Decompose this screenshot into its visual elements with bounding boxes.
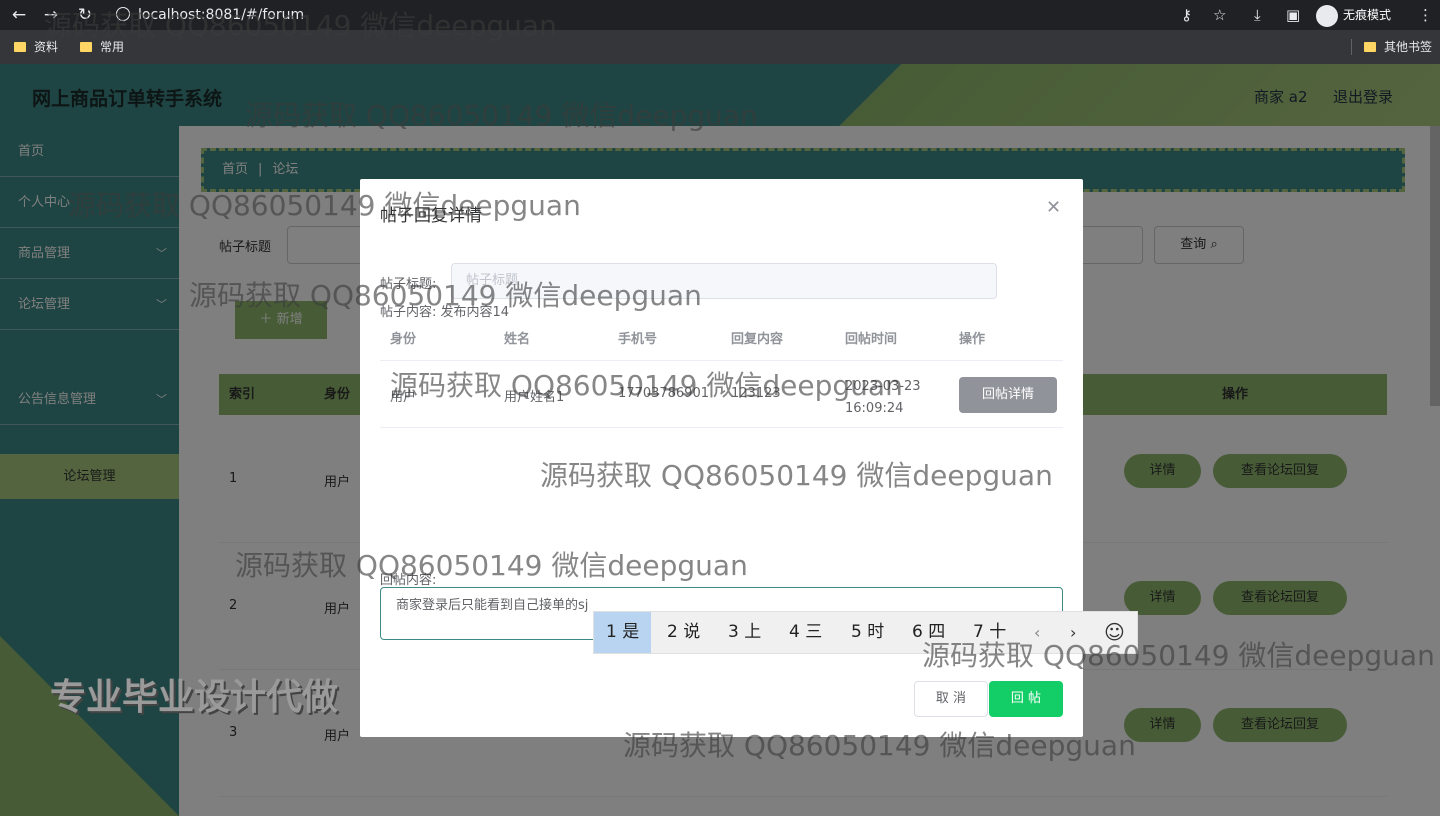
ime-candidate[interactable]: 5 时 xyxy=(839,612,896,653)
column-action: 操作 xyxy=(959,332,986,347)
back-icon[interactable]: ← xyxy=(8,4,30,26)
watermark-ad: 专业毕业设计代做 xyxy=(50,677,339,718)
watermark: 源码获取 QQ86050149 微信deepguan xyxy=(922,639,1435,672)
watermark: 源码获取 QQ86050149 微信deepguan xyxy=(245,99,758,132)
ime-candidate[interactable]: 1 是 xyxy=(594,612,652,653)
incognito-badge[interactable]: 无痕模式 xyxy=(1312,3,1399,27)
reply-detail-button[interactable]: 回帖详情 xyxy=(959,377,1057,413)
ime-candidate[interactable]: 3 上 xyxy=(716,612,773,653)
incognito-label: 无痕模式 xyxy=(1343,8,1392,22)
download-icon[interactable]: ⤓ xyxy=(1254,4,1261,26)
ime-candidate[interactable]: 4 三 xyxy=(777,612,834,653)
watermark: 源码获取 QQ86050149 微信deepguan xyxy=(540,459,1053,492)
watermark: 源码获取 QQ86050149 微信deepguan xyxy=(390,369,903,402)
watermark: 源码获取 QQ86050149 微信deepguan xyxy=(44,9,557,42)
cancel-button[interactable]: 取 消 xyxy=(914,681,988,717)
key-icon[interactable]: ⚷ xyxy=(1181,4,1192,26)
incognito-icon xyxy=(1316,4,1338,27)
divider xyxy=(1351,39,1352,55)
other-bookmarks[interactable]: 其他书签 xyxy=(1364,39,1432,55)
bookmark-label: 其他书签 xyxy=(1384,40,1433,54)
ime-candidate[interactable]: 2 说 xyxy=(655,612,712,653)
submit-reply-button[interactable]: 回 帖 xyxy=(989,681,1063,717)
column-content: 回复内容 xyxy=(731,332,784,347)
column-role: 身份 xyxy=(390,332,417,347)
watermark: 源码获取 QQ86050149 微信deepguan xyxy=(235,549,748,582)
watermark: 源码获取 QQ86050149 微信deepguan xyxy=(189,279,702,312)
column-phone: 手机号 xyxy=(618,332,658,347)
star-icon[interactable]: ☆ xyxy=(1213,4,1226,26)
column-time: 回帖时间 xyxy=(845,332,898,347)
watermark: 源码获取 QQ86050149 微信deepguan xyxy=(68,189,581,222)
column-name: 姓名 xyxy=(504,332,531,347)
watermark: 源码获取 QQ86050149 微信deepguan xyxy=(623,729,1136,762)
sidepanel-icon[interactable]: ▣ xyxy=(1286,4,1300,26)
close-icon[interactable]: ✕ xyxy=(1046,197,1061,218)
folder-icon xyxy=(1364,42,1376,52)
folder-icon xyxy=(14,42,26,52)
reply-table-header: 身份 姓名 手机号 回复内容 回帖时间 操作 xyxy=(380,319,1063,361)
menu-icon[interactable]: ⋮ xyxy=(1418,4,1433,26)
